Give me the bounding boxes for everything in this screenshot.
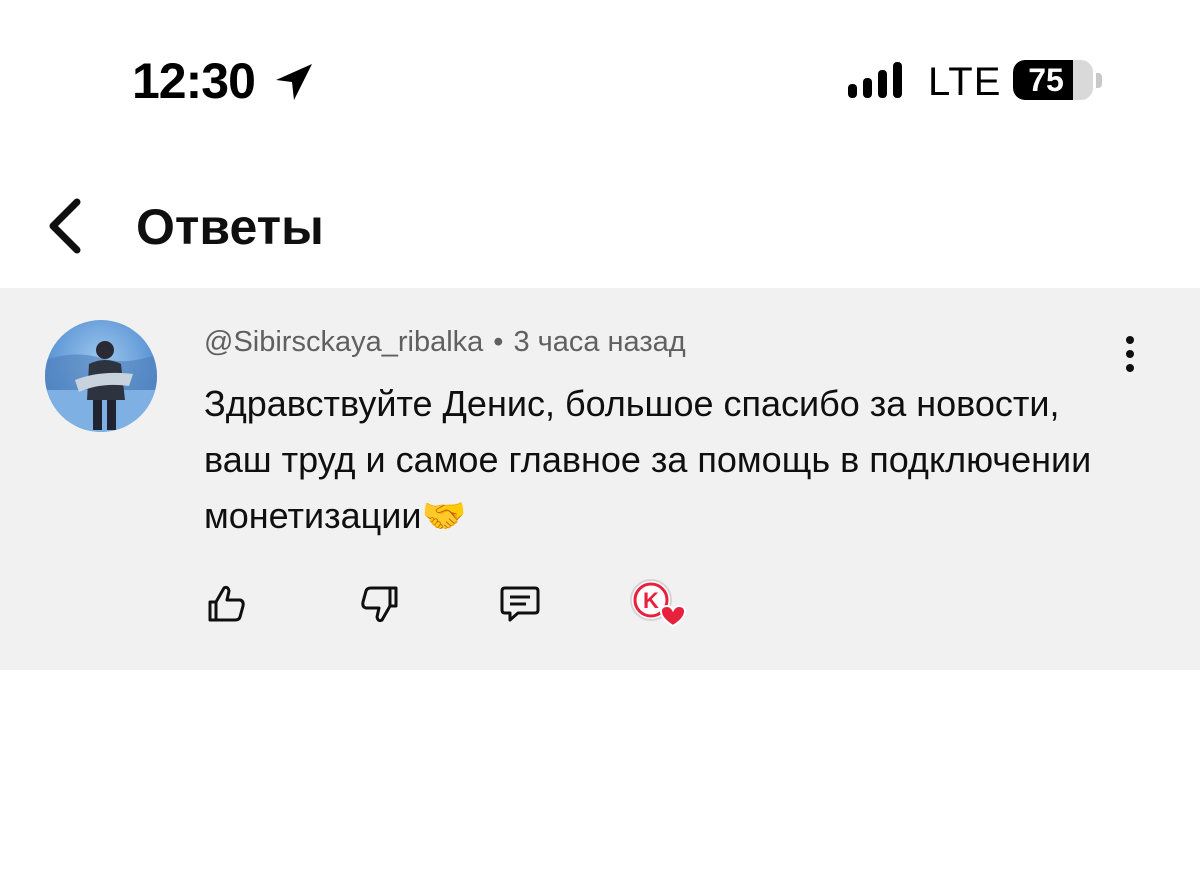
battery-cap bbox=[1096, 73, 1102, 88]
comment-reply-icon bbox=[500, 586, 540, 622]
battery-icon: 75 bbox=[1013, 60, 1093, 100]
back-button[interactable] bbox=[30, 190, 100, 262]
comment-time: 3 часа назад bbox=[513, 326, 686, 358]
comment-text: Здравствуйте Денис, большое спасибо за н… bbox=[204, 383, 1092, 536]
thumbs-down-icon bbox=[361, 586, 398, 623]
page-header: Ответы bbox=[0, 170, 1200, 288]
status-bar: 12:30 LTE 75 bbox=[0, 0, 1200, 150]
avatar-photo bbox=[45, 341, 157, 432]
more-dot-icon bbox=[1126, 336, 1134, 344]
reply-button[interactable] bbox=[492, 576, 548, 632]
chevron-left-icon bbox=[49, 198, 81, 254]
comment-meta: @Sibirsckaya_ribalka • 3 часа назад bbox=[204, 326, 686, 359]
comment-author[interactable]: @Sibirsckaya_ribalka bbox=[204, 326, 483, 358]
cellular-signal-icon bbox=[848, 62, 902, 98]
creator-heart-icon: K bbox=[630, 579, 686, 628]
more-dot-icon bbox=[1126, 364, 1134, 372]
like-button[interactable] bbox=[198, 576, 254, 632]
location-arrow-icon bbox=[276, 64, 312, 100]
avatar[interactable] bbox=[45, 320, 157, 432]
battery-level: 75 bbox=[1028, 62, 1064, 98]
dislike-button[interactable] bbox=[352, 576, 408, 632]
page-title: Ответы bbox=[136, 199, 324, 255]
meta-separator: • bbox=[493, 326, 504, 358]
thumbs-up-icon bbox=[208, 585, 245, 622]
creator-heart-badge[interactable]: K bbox=[626, 576, 692, 632]
comment-card: @Sibirsckaya_ribalka • 3 часа назад Здравс… bbox=[0, 288, 1200, 670]
creator-badge-letter: K bbox=[643, 588, 659, 613]
network-type: LTE bbox=[928, 60, 1002, 104]
status-time: 12:30 bbox=[132, 53, 256, 109]
more-dot-icon bbox=[1126, 350, 1134, 358]
more-options-button[interactable] bbox=[1106, 330, 1154, 378]
